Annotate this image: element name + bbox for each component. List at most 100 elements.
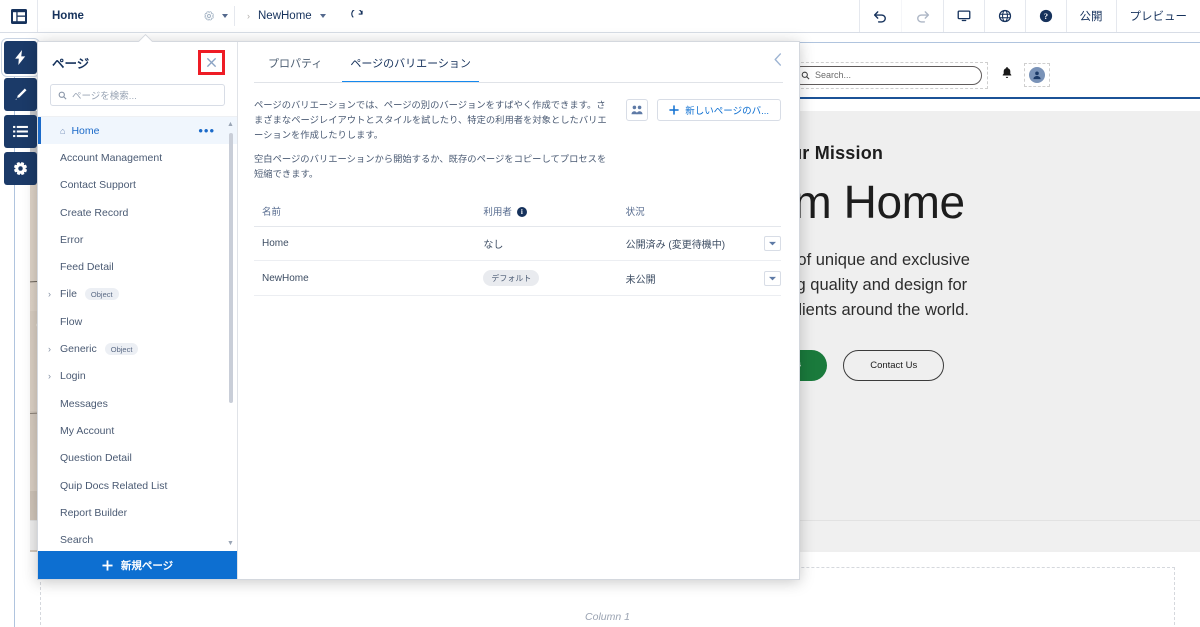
pages-list-item-quip-docs-related-list[interactable]: Quip Docs Related List [38, 472, 237, 499]
audience-assignment-icon [631, 105, 643, 115]
header-actions [749, 198, 781, 228]
language-button[interactable] [983, 0, 1025, 32]
close-button[interactable] [198, 49, 225, 75]
collapse-panel-button[interactable] [773, 53, 783, 69]
plus-icon [102, 559, 113, 571]
refresh-icon [350, 9, 363, 18]
cell-status: 未公開 [617, 260, 750, 297]
pages-list-item-my-account[interactable]: My Account [38, 417, 237, 444]
rail-button-pages[interactable] [4, 115, 37, 148]
pages-list-item-file[interactable]: › File Object [38, 281, 237, 308]
list-pages-icon [13, 125, 28, 138]
variations-table-body: Home なし 公開済み (変更待機中) NewHome デフォルト 未公開 [254, 226, 781, 297]
pages-list-scrollbar[interactable]: ▲ ▼ [226, 121, 235, 547]
pages-list-item-label: Error [60, 233, 84, 246]
site-search-input[interactable]: Search... [792, 65, 982, 85]
new-page-variation-label: 新しいページのバ... [685, 106, 769, 117]
pages-search-input[interactable]: ページを検索... [50, 84, 225, 106]
tab-page-variations[interactable]: ページのバリエーション [336, 42, 485, 83]
pages-search-placeholder: ページを検索... [72, 91, 137, 102]
scrollbar-thumb[interactable] [228, 133, 233, 403]
builder-logo-button[interactable] [0, 0, 38, 32]
toolbar-right-group: ? 公開 プレビュー [858, 0, 1200, 32]
site-settings-chevron-down-icon[interactable] [222, 14, 228, 18]
gear-settings-icon [13, 161, 28, 176]
pages-list-item-generic[interactable]: › Generic Object [38, 335, 237, 362]
scroll-down-arrow-icon[interactable]: ▼ [227, 540, 234, 547]
scroll-up-arrow-icon[interactable]: ▲ [227, 121, 234, 128]
table-header-row: 名前 利用者 i 状況 [254, 198, 781, 228]
notification-bell-icon [1002, 67, 1012, 79]
device-preview-button[interactable] [942, 0, 984, 32]
pages-list-item-search[interactable]: Search [38, 526, 237, 551]
detail-tabs: プロパティ ページのバリエーション [238, 42, 799, 83]
pages-list-item-create-record[interactable]: Create Record [38, 199, 237, 226]
pages-list-item-label: Contact Support [60, 179, 136, 192]
variations-actions: 新しいページのバ... [626, 98, 781, 182]
new-page-label: 新規ページ [120, 559, 174, 572]
chevron-right-icon[interactable]: › [48, 344, 51, 354]
cell-name: NewHome [254, 260, 476, 297]
undo-button[interactable] [858, 0, 901, 32]
pages-list-item-flow[interactable]: Flow [38, 308, 237, 335]
pages-search-row: ページを検索... [38, 82, 237, 116]
page-selector-chevron-down-icon[interactable] [319, 14, 326, 18]
pages-list-item-account-management[interactable]: Account Management [38, 144, 237, 171]
plus-icon [669, 105, 679, 115]
pages-list-item-messages[interactable]: Messages [38, 390, 237, 417]
new-page-variation-button[interactable]: 新しいページのバ... [657, 99, 781, 121]
pages-list-item-label: Login [60, 370, 86, 383]
redo-button[interactable] [900, 0, 943, 32]
object-badge: Object [84, 288, 119, 301]
pages-list-item-label: Flow [60, 315, 83, 328]
chevron-left-icon [774, 53, 782, 66]
help-button[interactable]: ? [1024, 0, 1066, 32]
cell-actions [749, 226, 781, 262]
info-icon[interactable]: i [516, 207, 527, 218]
pages-list-item-feed-detail[interactable]: Feed Detail [38, 253, 237, 280]
pages-list-item-contact-support[interactable]: Contact Support [38, 172, 237, 199]
app-root: Search... Our Mission Dream Home e const… [0, 0, 1200, 627]
pages-list-item-login[interactable]: › Login [38, 363, 237, 390]
help-icon: ? [1039, 9, 1052, 23]
cell-audience: なし [475, 226, 618, 262]
tab-properties[interactable]: プロパティ [254, 42, 336, 83]
new-page-button[interactable]: 新規ページ [38, 551, 237, 579]
site-settings-group[interactable] [203, 0, 234, 32]
pages-list-item-label: File [60, 288, 77, 301]
row-menu-icon [769, 276, 776, 281]
variations-description-p1: ページのバリエーションでは、ページの別のバージョンをすばやく作成できます。さまざ… [254, 100, 607, 141]
row-menu-button[interactable] [764, 236, 781, 252]
site-avatar-region[interactable] [1024, 63, 1050, 87]
rail-button-components[interactable] [4, 41, 37, 74]
table-row[interactable]: Home なし 公開済み (変更待機中) [254, 226, 781, 262]
table-row[interactable]: NewHome デフォルト 未公開 [254, 260, 781, 297]
page-selector[interactable]: › NewHome [235, 0, 338, 32]
refresh-button[interactable] [338, 0, 377, 32]
pages-list-item-label: Create Record [60, 206, 129, 219]
chevron-right-icon[interactable]: › [48, 371, 51, 381]
publish-button[interactable]: 公開 [1065, 0, 1116, 32]
pages-list-item-error[interactable]: Error [38, 226, 237, 253]
site-title: Home [52, 10, 84, 22]
contact-us-button[interactable]: Contact Us [843, 349, 945, 381]
audience-assignment-button[interactable] [626, 99, 649, 121]
header-audience: 利用者 i [475, 198, 618, 228]
header-audience-label: 利用者 [483, 207, 512, 219]
pages-list-item-report-builder[interactable]: Report Builder [38, 499, 237, 526]
pages-list-item-label: Quip Docs Related List [60, 479, 168, 492]
rail-button-settings[interactable] [4, 152, 37, 185]
pages-list-item-home[interactable]: ⌂ Home ••• [38, 117, 237, 145]
pages-list-item-question-detail[interactable]: Question Detail [38, 445, 237, 472]
site-search-region[interactable]: Search... [786, 61, 988, 89]
preview-button[interactable]: プレビュー [1115, 0, 1200, 32]
pages-panel-title: ページ [52, 56, 90, 71]
pages-panel: ページ ページを検索... ⌂ Home ••• Account Managem… [38, 42, 238, 579]
row-menu-icon [769, 242, 776, 246]
search-icon [58, 91, 67, 99]
notification-bell-button[interactable] [995, 63, 1019, 87]
chevron-right-icon[interactable]: › [48, 289, 51, 299]
rail-button-theme[interactable] [4, 78, 37, 111]
redo-icon [916, 10, 929, 23]
row-menu-button[interactable] [764, 270, 781, 286]
